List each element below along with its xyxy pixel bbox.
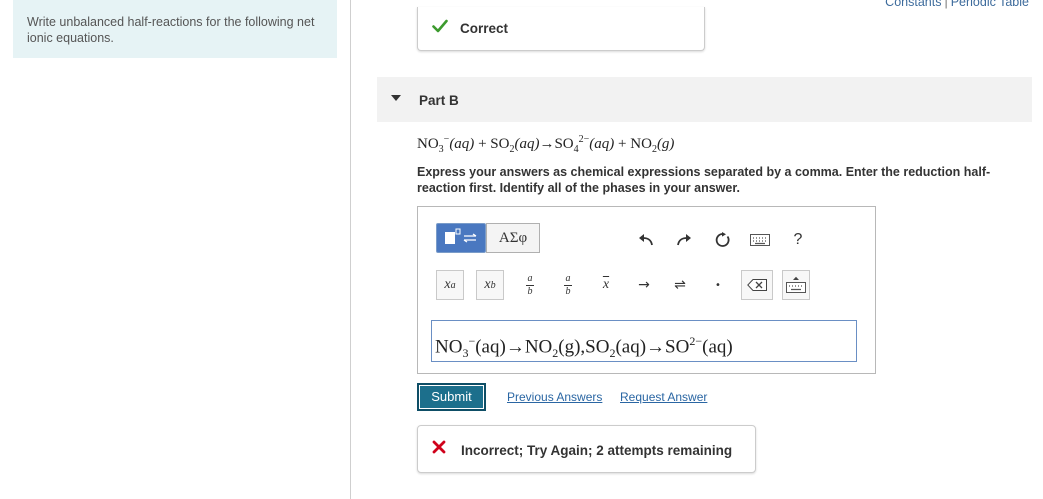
equilibrium-arrow-button[interactable]: ⇌ [666, 270, 694, 300]
superscript-button[interactable]: xa [436, 270, 464, 300]
instructions-panel: Write unbalanced half-reactions for the … [13, 0, 337, 58]
checkmark-icon [432, 19, 448, 38]
templates-icon [445, 228, 477, 244]
link-separator: | [944, 0, 948, 9]
correct-feedback: Correct [417, 7, 705, 51]
keyboard-toggle-icon [786, 276, 806, 293]
reaction-arrow-button[interactable]: → [630, 270, 658, 300]
part-header[interactable] [377, 77, 1032, 122]
keyboard-toggle-button[interactable] [782, 270, 810, 300]
stacked-fraction-button[interactable]: ab [554, 270, 582, 300]
reset-icon[interactable] [711, 228, 735, 252]
panel-divider [350, 0, 351, 499]
top-links: Constants | Periodic Table [885, 0, 1029, 9]
incorrect-feedback: Incorrect; Try Again; 2 attempts remaini… [417, 425, 756, 473]
periodic-table-link[interactable]: Periodic Table [951, 0, 1029, 9]
question-prompt: Express your answers as chemical express… [417, 165, 991, 195]
greek-symbols-button[interactable]: ΑΣφ [486, 223, 540, 253]
redo-icon[interactable] [672, 228, 696, 252]
backspace-icon [747, 279, 767, 291]
fraction-button[interactable]: ab [516, 270, 544, 300]
incorrect-x-icon [432, 440, 446, 459]
undo-icon[interactable] [634, 228, 658, 252]
help-icon[interactable]: ? [786, 228, 810, 252]
incorrect-text: Incorrect; Try Again; 2 attempts remaini… [461, 443, 733, 458]
keyboard-icon[interactable] [748, 228, 772, 252]
net-ionic-equation: NO3−(aq) + SO2(aq)→SO42−(aq) + NO2(g) [417, 134, 675, 155]
correct-text: Correct [460, 21, 509, 36]
part-label: Part B [419, 93, 459, 108]
templates-button[interactable] [436, 223, 486, 253]
submit-button[interactable]: Submit [417, 383, 486, 411]
previous-answers-link[interactable]: Previous Answers [507, 390, 602, 404]
request-answer-link[interactable]: Request Answer [620, 390, 707, 404]
answer-input[interactable]: NO3−(aq)→NO2(g),SO2(aq)→SO2−(aq) [431, 320, 857, 362]
collapse-caret-icon[interactable] [391, 95, 401, 101]
instructions-text: Write unbalanced half-reactions for the … [27, 15, 315, 45]
vector-button[interactable]: x [592, 270, 620, 300]
constants-link[interactable]: Constants [885, 0, 941, 9]
dot-button[interactable]: • [704, 270, 732, 300]
backspace-button[interactable] [741, 270, 773, 300]
subscript-button[interactable]: xb [476, 270, 504, 300]
